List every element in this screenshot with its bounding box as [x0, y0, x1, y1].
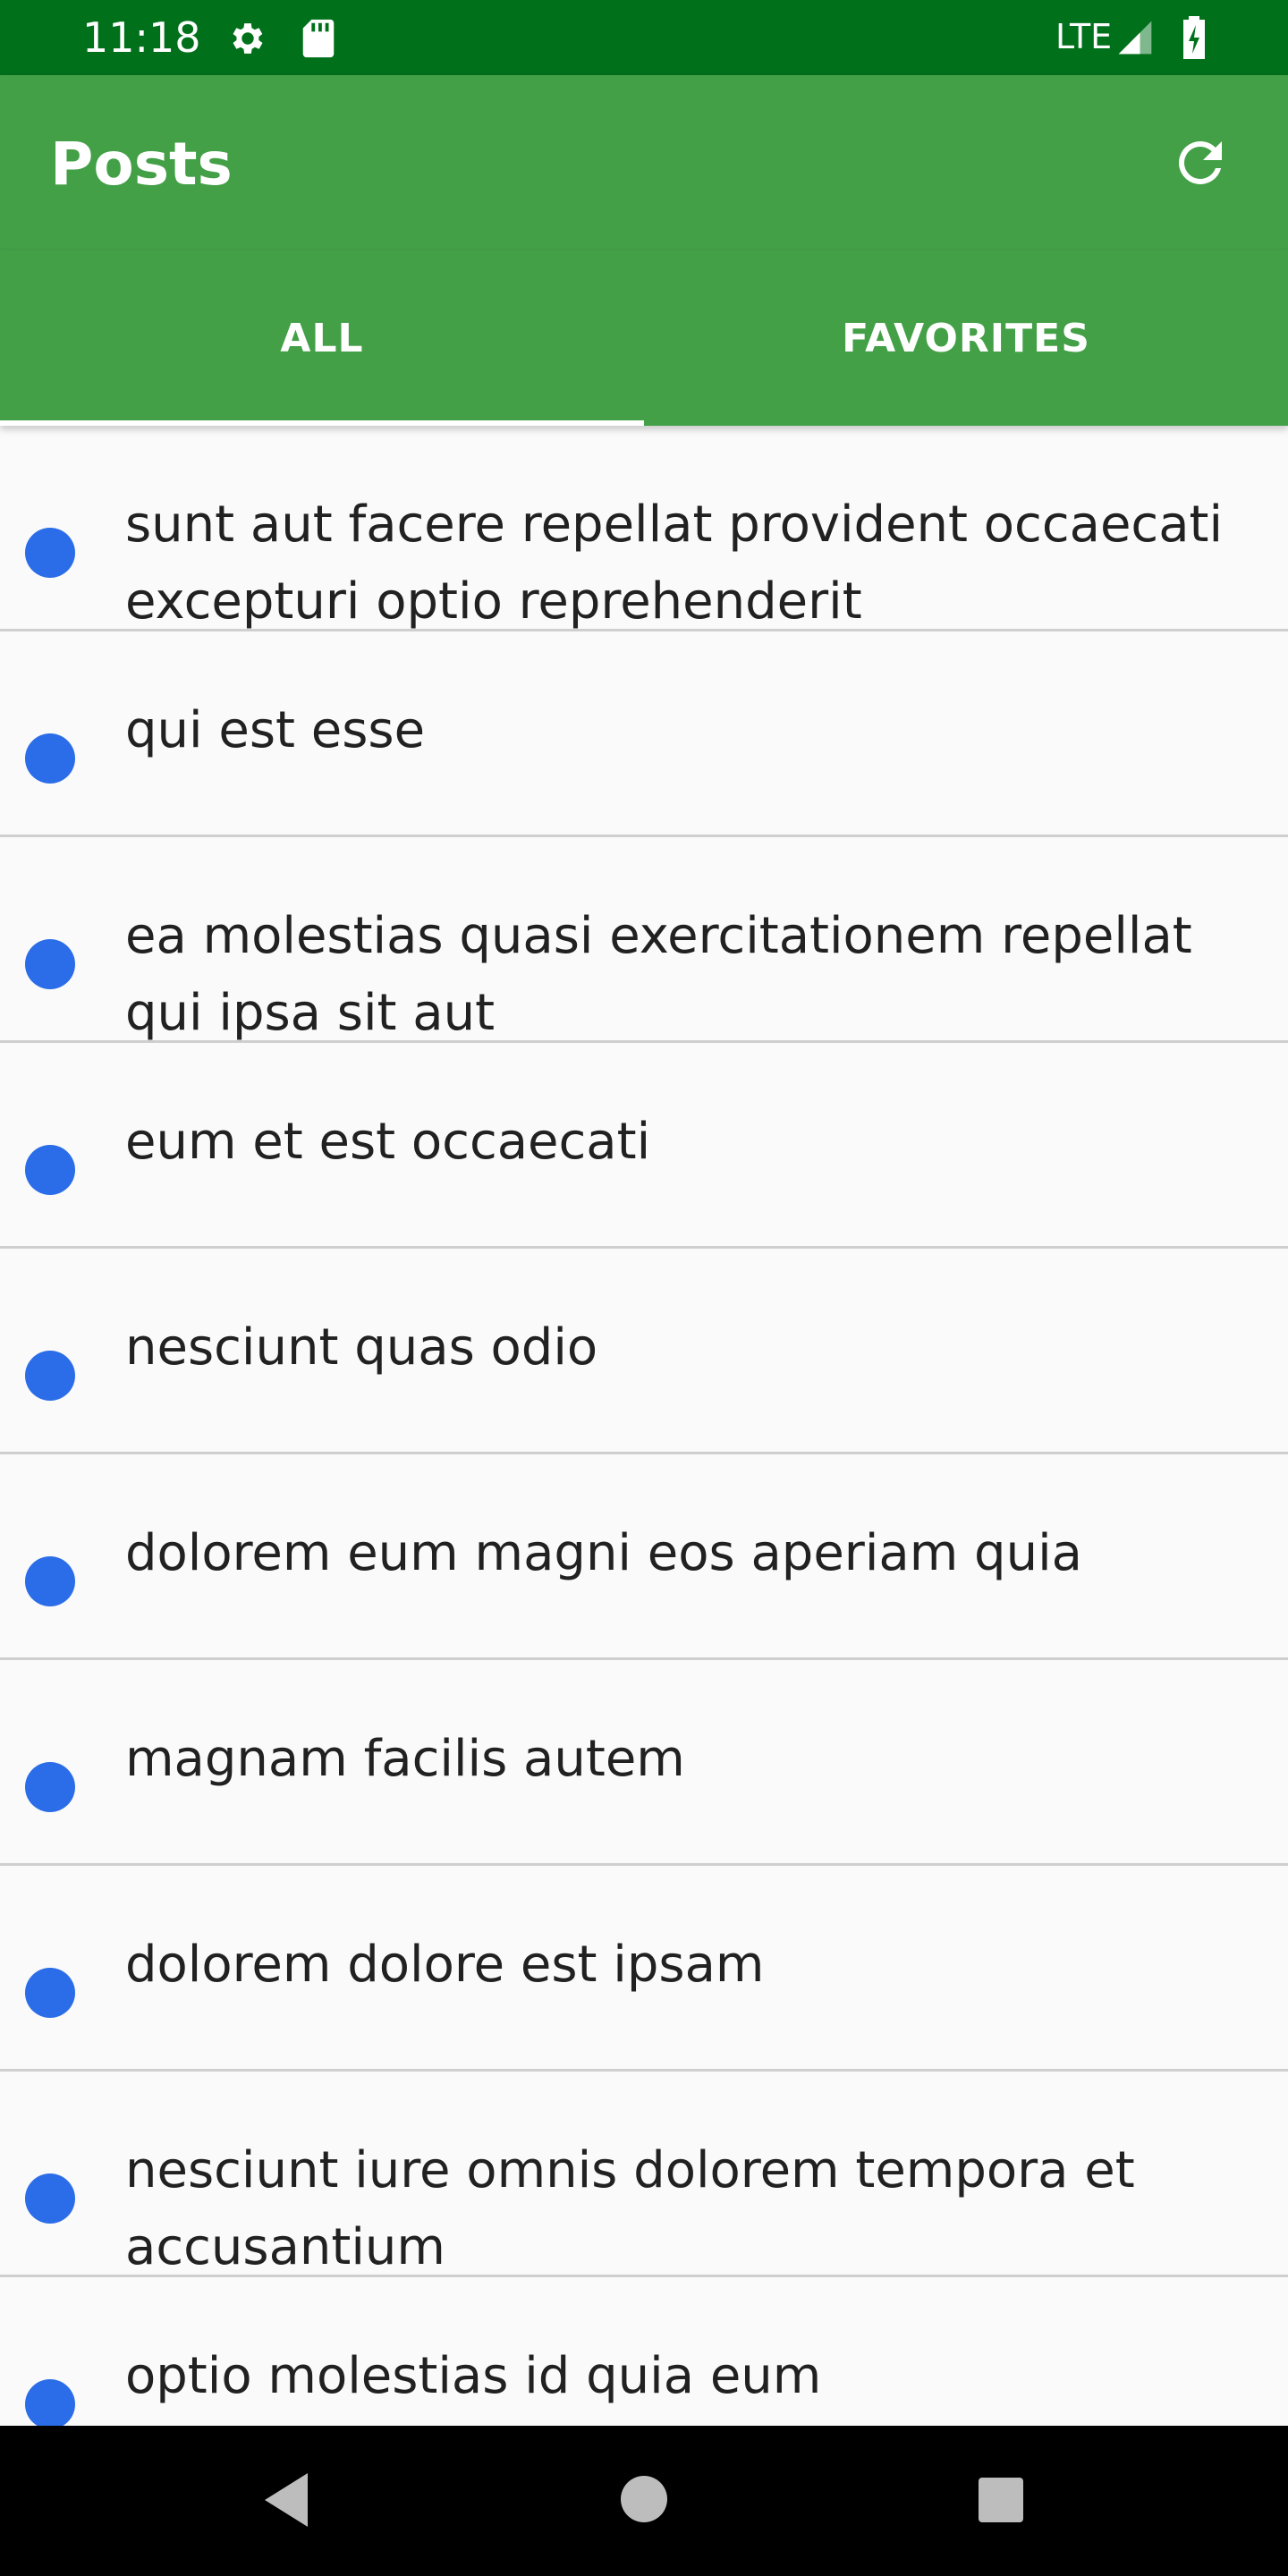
app-bar: Posts [0, 75, 1288, 250]
page-title: Posts [50, 130, 233, 199]
back-icon[interactable] [259, 2470, 313, 2533]
tab-indicator [0, 420, 644, 426]
bullet-icon [25, 2379, 75, 2426]
bullet-icon [25, 1556, 75, 1606]
list-item[interactable]: optio molestias id quia eum [0, 2277, 1288, 2426]
list-item[interactable]: dolorem dolore est ipsam [0, 1866, 1288, 2072]
post-list[interactable]: sunt aut facere repellat provident occae… [0, 426, 1288, 2426]
list-item[interactable]: sunt aut facere repellat provident occae… [0, 426, 1288, 631]
network-type: LTE [1055, 17, 1113, 56]
post-title: dolorem eum magni eos aperiam quia [125, 1524, 1082, 1582]
signal-icon [1114, 18, 1156, 61]
bullet-icon [25, 939, 75, 989]
bullet-icon [25, 1351, 75, 1401]
status-bar: 11:18 LTE [0, 0, 1288, 75]
bullet-icon [25, 1762, 75, 1812]
bullet-icon [25, 733, 75, 784]
refresh-icon[interactable] [1168, 131, 1233, 199]
bullet-icon [25, 1968, 75, 2018]
post-title: sunt aut facere repellat provident occae… [125, 496, 1224, 631]
tab-bar: ALL FAVORITES [0, 250, 1288, 426]
post-title: eum et est occaecati [125, 1113, 651, 1171]
post-title: nesciunt quas odio [125, 1318, 598, 1377]
bullet-icon [25, 2174, 75, 2224]
list-item[interactable]: ea molestias quasi exercitationem repell… [0, 837, 1288, 1043]
tab-all[interactable]: ALL [0, 250, 644, 426]
tab-label: FAVORITES [842, 315, 1090, 361]
post-title: ea molestias quasi exercitationem repell… [125, 907, 1192, 1042]
list-item[interactable]: magnam facilis autem [0, 1660, 1288, 1866]
list-item[interactable]: nesciunt quas odio [0, 1249, 1288, 1454]
sd-card-icon [301, 18, 336, 63]
status-time: 11:18 [82, 13, 201, 62]
navigation-bar [0, 2426, 1288, 2576]
list-item[interactable]: qui est esse [0, 631, 1288, 837]
list-item[interactable]: eum et est occaecati [0, 1043, 1288, 1249]
post-title: optio molestias id quia eum [125, 2347, 822, 2405]
list-item[interactable]: dolorem eum magni eos aperiam quia [0, 1454, 1288, 1660]
post-title: qui est esse [125, 701, 426, 759]
post-title: nesciunt iure omnis dolorem tempora et a… [125, 2141, 1135, 2276]
post-title: magnam facilis autem [125, 1730, 685, 1788]
list-item[interactable]: nesciunt iure omnis dolorem tempora et a… [0, 2072, 1288, 2277]
bullet-icon [25, 1145, 75, 1195]
recents-icon[interactable] [979, 2478, 1023, 2522]
battery-charging-icon [1181, 16, 1208, 63]
tab-label: ALL [280, 315, 364, 361]
tab-favorites[interactable]: FAVORITES [644, 250, 1288, 426]
post-title: dolorem dolore est ipsam [125, 1936, 765, 1994]
gear-icon [227, 18, 268, 63]
home-icon[interactable] [621, 2476, 667, 2522]
bullet-icon [25, 528, 75, 578]
